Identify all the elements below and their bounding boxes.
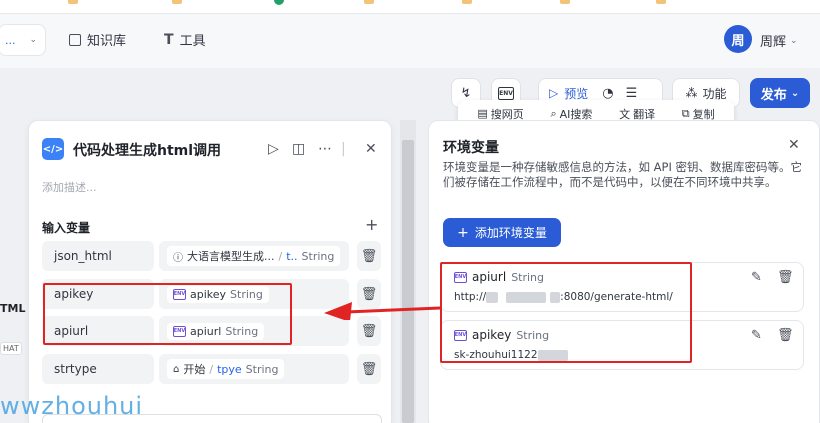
tab-marker (656, 0, 666, 4)
home-icon: ⌂ (173, 363, 180, 375)
var-name-field[interactable]: strtype (42, 354, 154, 384)
edit-icon[interactable]: ✎ (751, 270, 762, 285)
workspace-select[interactable]: ... ⌄ (0, 24, 46, 56)
trash-icon[interactable]: 🗑 (777, 270, 794, 285)
var-value-field[interactable]: ⌂ 开始 / tpye String (159, 354, 349, 384)
trash-icon: 🗑 (360, 323, 378, 339)
input-vars-title: 输入变量 (42, 221, 91, 235)
delete-var-button[interactable]: 🗑 (357, 316, 381, 346)
env-panel-title: 环境变量 (443, 140, 499, 156)
annotation-arrow (324, 302, 441, 320)
plus-icon: + (457, 224, 469, 241)
divider: | (341, 141, 346, 157)
info-icon: ⓘ (173, 252, 183, 264)
clock-icon[interactable]: ◔ (602, 86, 613, 101)
code-icon: </> (42, 138, 64, 160)
arrow-head (324, 302, 352, 320)
trash-icon: 🗑 (360, 248, 378, 264)
search-icon: ⌕ (550, 106, 557, 120)
separator: / (209, 362, 214, 376)
env-icon: ENV (498, 86, 514, 100)
more-icon[interactable]: ⋯ (318, 141, 332, 157)
value-ref: t.. (286, 249, 298, 263)
chevron-down-icon: ⌄ (790, 87, 800, 99)
scrollbar-thumb[interactable] (402, 140, 414, 423)
add-var-icon[interactable]: + (365, 215, 378, 234)
function-label: 功能 (702, 86, 727, 101)
copy-icon: ⧉ (681, 106, 690, 120)
user-menu[interactable]: 周辉 ⌄ (760, 31, 798, 50)
delete-var-button[interactable]: 🗑 (357, 354, 381, 384)
arrow-shaft (345, 306, 441, 314)
nav-label: 工具 (179, 34, 206, 49)
publish-label: 发布 (760, 87, 787, 103)
tab-marker (364, 0, 374, 4)
value-chip: ⌂ 开始 / tpye String (167, 359, 285, 379)
avatar[interactable]: 周 (724, 25, 752, 53)
annotation-box-env-cards (440, 262, 692, 363)
list-icon[interactable]: ☰ (626, 86, 638, 101)
annotation-box-node-vars (43, 283, 292, 345)
delete-var-button[interactable]: 🗑 (357, 241, 381, 271)
tab-marker (462, 0, 472, 4)
add-env-var-button[interactable]: + 添加环境变量 (443, 218, 561, 247)
add-env-label: 添加环境变量 (474, 226, 547, 240)
tab-marker (68, 0, 78, 4)
tab-marker (560, 0, 570, 4)
close-icon[interactable]: ✕ (788, 137, 800, 153)
publish-button[interactable]: 发布 ⌄ (750, 78, 810, 108)
document-icon: ▤ (477, 107, 488, 120)
value-type: String (245, 362, 279, 376)
close-icon[interactable]: ✕ (365, 141, 377, 157)
env-panel-description: 环境变量是一种存储敏感信息的方法，如 API 密钥、数据库密码等。它们被存储在工… (443, 160, 803, 189)
workspace-label: ... (5, 33, 16, 47)
var-name-field[interactable]: json_html (42, 241, 154, 271)
var-value-field[interactable]: ⓘ 大语言模型生成... / t.. String (159, 241, 349, 271)
panel-icon[interactable]: ◫ (292, 141, 305, 157)
canvas-node-fragment[interactable]: TML (0, 302, 25, 315)
watermark: wwzhouhui (0, 392, 144, 420)
grid-icon: ⁂ (685, 86, 698, 100)
top-strip (0, 0, 820, 14)
value-chip: ⓘ 大语言模型生成... / t.. String (167, 246, 341, 266)
history-icon: ↯ (460, 85, 472, 101)
value-source: 开始 (183, 363, 206, 376)
chevron-down-icon: ⌄ (29, 35, 37, 45)
preview-label[interactable]: 预览 (564, 85, 588, 102)
nav-knowledge-base[interactable]: 知识库 (69, 30, 126, 49)
play-icon: ▷ (549, 86, 559, 100)
canvas-node-chip: HAT (0, 342, 22, 355)
edit-icon[interactable]: ✎ (751, 328, 762, 343)
book-icon (69, 33, 81, 46)
trash-icon[interactable]: 🗑 (777, 328, 794, 343)
nav-tools[interactable]: T 工具 (164, 30, 206, 50)
separator: / (278, 249, 283, 263)
run-icon[interactable]: ▷ (268, 141, 279, 157)
chevron-down-icon: ⌄ (790, 35, 798, 46)
trash-icon: 🗑 (360, 361, 378, 377)
description-input[interactable]: 添加描述... (42, 179, 97, 195)
tool-icon: T (164, 31, 174, 48)
node-title[interactable]: 代码处理生成html调用 (73, 140, 221, 160)
value-type: String (301, 249, 335, 263)
nav-label: 知识库 (87, 34, 127, 49)
value-ref: tpye (217, 362, 242, 376)
value-source: 大语言模型生成... (187, 250, 275, 263)
tab-marker (172, 0, 182, 4)
status-dot (274, 0, 284, 5)
user-name: 周辉 (760, 35, 787, 50)
